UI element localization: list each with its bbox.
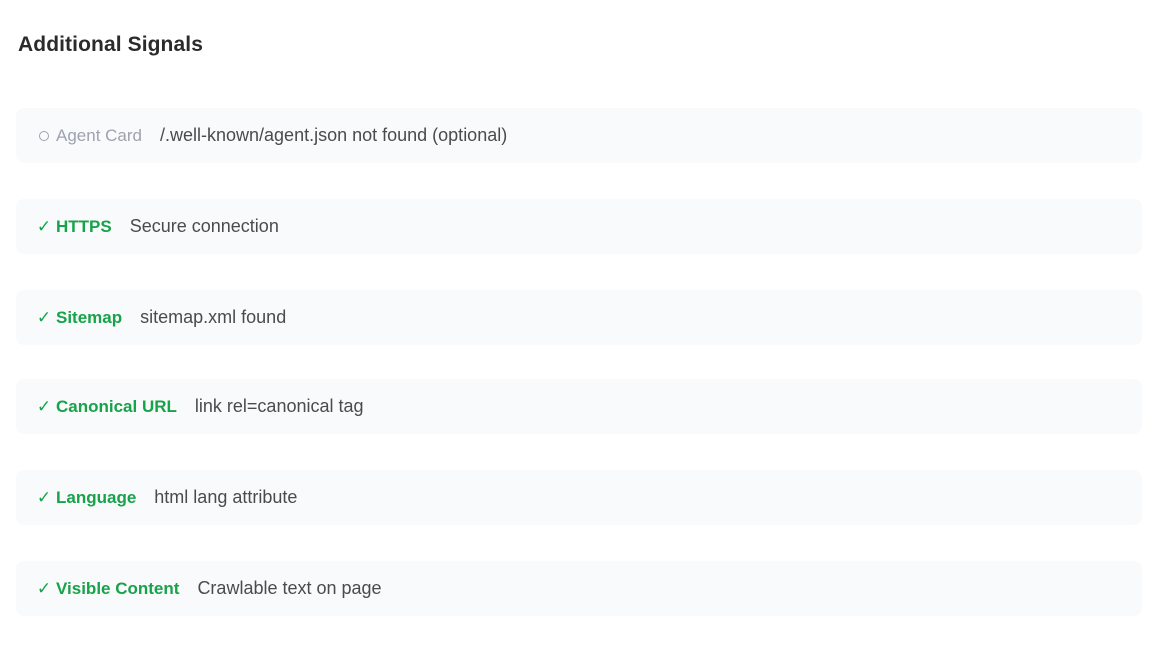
signal-description: html lang attribute — [154, 487, 298, 507]
signal-description: sitemap.xml found — [140, 307, 287, 327]
signal-name: Agent Card — [56, 125, 142, 145]
circle-outline-icon — [36, 130, 52, 141]
check-icon: ✓ — [36, 308, 52, 327]
check-icon: ✓ — [36, 488, 52, 507]
signal-description: /.well-known/agent.json not found (optio… — [160, 125, 508, 145]
signal-name: Sitemap — [56, 307, 123, 327]
signal-row-https: ✓ HTTPS Secure connection — [16, 199, 1142, 254]
signal-list: Agent Card /.well-known/agent.json not f… — [16, 108, 1142, 652]
check-icon: ✓ — [36, 579, 52, 598]
signal-description: Crawlable text on page — [197, 578, 382, 598]
section-title: Additional Signals — [18, 33, 203, 56]
signal-description: link rel=canonical tag — [194, 396, 364, 416]
signal-name: Canonical URL — [56, 396, 177, 416]
check-icon: ✓ — [36, 397, 52, 416]
check-icon: ✓ — [36, 217, 52, 236]
signal-row-sitemap: ✓ Sitemap sitemap.xml found — [16, 290, 1142, 345]
signal-description: Secure connection — [129, 216, 279, 236]
signal-row-agent-card: Agent Card /.well-known/agent.json not f… — [16, 108, 1142, 163]
signal-row-visible-content: ✓ Visible Content Crawlable text on page — [16, 561, 1142, 616]
signal-name: Visible Content — [56, 578, 180, 598]
signal-name: HTTPS — [56, 216, 112, 236]
signal-name: Language — [56, 487, 137, 507]
signal-row-canonical-url: ✓ Canonical URL link rel=canonical tag — [16, 379, 1142, 434]
signal-row-language: ✓ Language html lang attribute — [16, 470, 1142, 525]
